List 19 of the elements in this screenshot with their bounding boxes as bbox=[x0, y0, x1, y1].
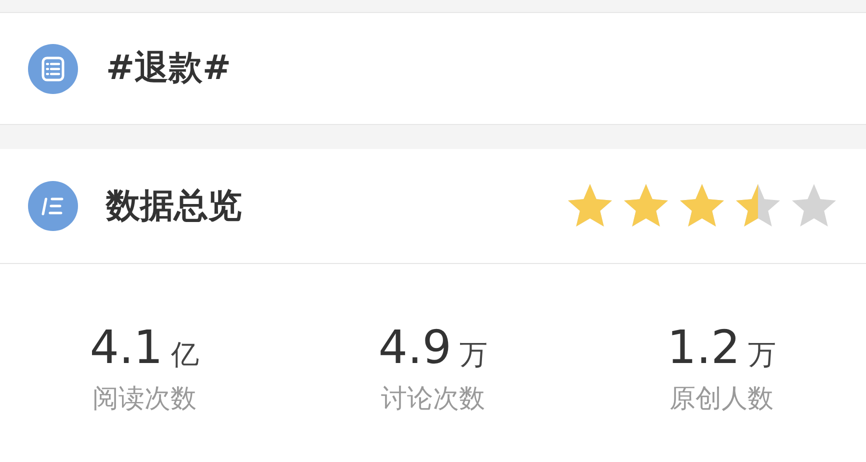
topic-card[interactable]: #退款# bbox=[0, 12, 866, 125]
stat-label: 阅读次数 bbox=[92, 383, 196, 416]
list-icon bbox=[28, 181, 78, 231]
stat-value: 4.1 bbox=[90, 324, 163, 370]
section-title: 数据总览 bbox=[106, 184, 243, 228]
star-icon bbox=[792, 184, 836, 228]
topic-title: #退款# bbox=[106, 47, 231, 90]
list-icon bbox=[28, 44, 78, 94]
stat-label: 讨论次数 bbox=[380, 383, 485, 416]
stat-value: 4.9 bbox=[378, 324, 452, 370]
star-icon bbox=[568, 184, 612, 228]
stat-unit: 万 bbox=[748, 341, 776, 369]
stat-unit: 万 bbox=[460, 341, 488, 369]
stat-unit: 亿 bbox=[170, 341, 199, 369]
star-icon bbox=[736, 184, 780, 228]
star-icon bbox=[680, 184, 724, 228]
stat-value: 1.2 bbox=[667, 324, 740, 370]
star-icon bbox=[624, 184, 668, 228]
stat-label: 原创人数 bbox=[670, 383, 774, 416]
